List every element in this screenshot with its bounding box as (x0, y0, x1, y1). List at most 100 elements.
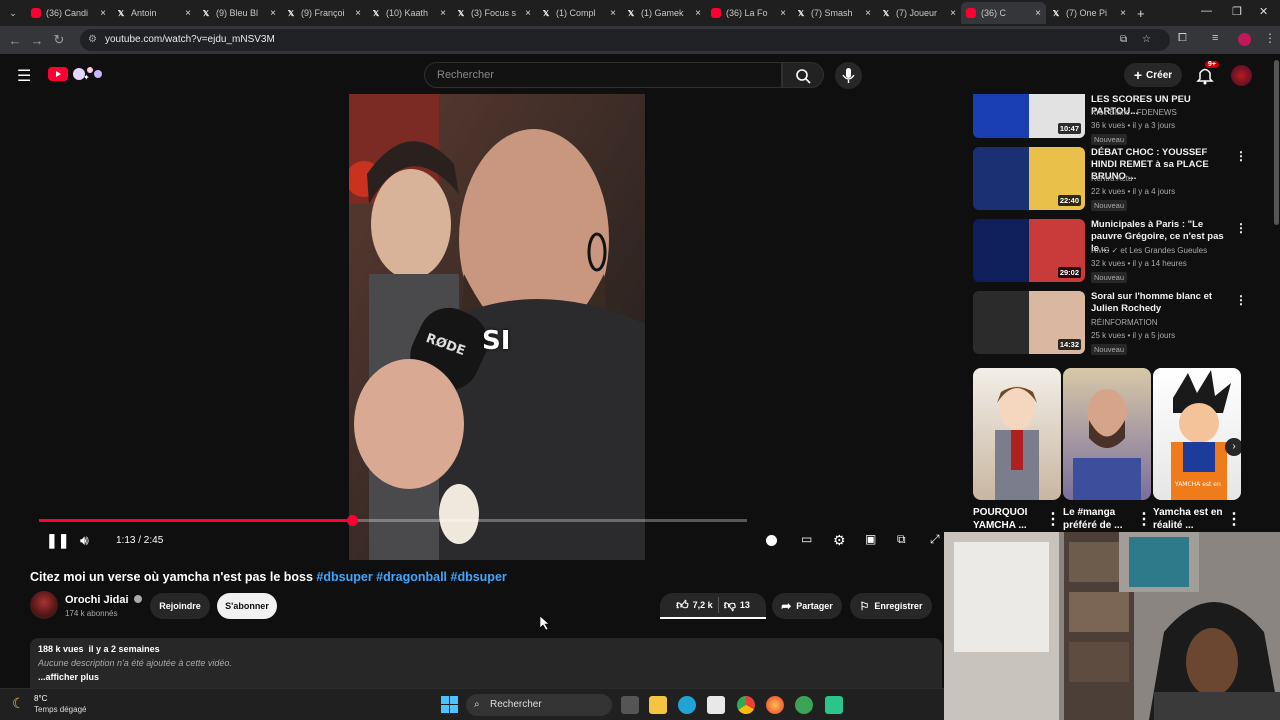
close-tab-icon[interactable]: × (100, 8, 106, 19)
fullscreen-icon[interactable]: ⤢ (930, 532, 940, 547)
search-input[interactable]: Rechercher (424, 62, 782, 88)
hashtag-link[interactable]: #dbsuper (451, 570, 507, 584)
chrome-icon[interactable] (737, 696, 755, 714)
close-tab-icon[interactable]: × (185, 8, 191, 19)
pause-icon[interactable]: ❚❚ (46, 532, 69, 549)
close-tab-icon[interactable]: × (610, 8, 616, 19)
sidebar-channel-name[interactable]: RÉINFORMATION (1091, 318, 1158, 327)
video-thumbnail[interactable]: 29:02 (973, 219, 1085, 282)
forward-icon[interactable]: → (26, 33, 48, 48)
youtube-logo[interactable] (48, 67, 68, 81)
video-thumbnail[interactable]: 22:40 (973, 147, 1085, 210)
browser-tab[interactable]: 𝕏 (3) Focus s × (451, 2, 536, 24)
sidebar-channel-name[interactable]: Kroc Blanc - FDENEWS (1091, 108, 1177, 117)
video-thumbnail[interactable]: 10:47 (973, 94, 1085, 138)
search-button[interactable] (782, 62, 824, 88)
browser-tab[interactable]: (36) C × (961, 2, 1046, 24)
settings-gear-icon[interactable]: ⚙ (833, 532, 846, 549)
new-tab-button[interactable]: + (1137, 6, 1145, 21)
more-actions-icon[interactable]: ⋮ (1235, 293, 1247, 307)
start-button[interactable] (441, 696, 458, 713)
browser-tab[interactable]: 𝕏 (9) Bleu Bl × (196, 2, 281, 24)
browser-tab[interactable]: (36) La Fo × (706, 2, 791, 24)
back-icon[interactable]: ← (4, 33, 26, 48)
browser-menu-icon[interactable]: ⋮ (1264, 31, 1276, 45)
task-view-icon[interactable] (621, 696, 639, 714)
app-icon[interactable] (795, 696, 813, 714)
browser-tab[interactable]: 𝕏 Antoin × (111, 2, 196, 24)
autoplay-toggle-icon[interactable] (766, 535, 777, 546)
page-scrollbar[interactable] (1274, 60, 1279, 225)
subtitles-icon[interactable]: ▭ (801, 532, 812, 546)
progress-bar[interactable] (39, 515, 747, 526)
sidebar-video-item[interactable]: 29:02 Municipales à Paris : "Le pauvre Gr… (973, 219, 1247, 285)
close-tab-icon[interactable]: × (525, 8, 531, 19)
taskbar-search[interactable]: ⌕ Rechercher (466, 694, 612, 716)
share-button[interactable]: ➦ Partager (772, 593, 842, 619)
short-thumbnail[interactable] (1063, 368, 1151, 500)
url-field[interactable]: ⚙ youtube.com/watch?v=ejdu_mNSV3M ⧉ ☆ (80, 29, 1170, 51)
close-window-icon[interactable]: ✕ (1259, 5, 1268, 18)
hamburger-menu-icon[interactable]: ☰ (17, 66, 31, 86)
browser-tab[interactable]: 𝕏 (9) Françoi × (281, 2, 366, 24)
site-info-icon[interactable]: ⚙ (88, 29, 97, 51)
firefox-icon[interactable] (766, 696, 784, 714)
minimize-icon[interactable]: — (1201, 5, 1212, 17)
short-kebab-icon[interactable]: ⋮ (1136, 509, 1152, 529)
maximize-icon[interactable]: ❐ (1232, 5, 1242, 18)
browser-tab[interactable]: (36) Candi × (26, 2, 111, 24)
browser-tab[interactable]: 𝕏 (10) Kaath × (366, 2, 451, 24)
sidebar-channel-name[interactable]: RMC ✓ et Les Grandes Gueules (1091, 246, 1207, 255)
browser-tab[interactable]: 𝕏 (1) Gamek × (621, 2, 706, 24)
account-avatar[interactable] (1231, 65, 1252, 86)
notifications-button[interactable]: 9+ (1196, 61, 1219, 85)
channel-name[interactable]: Orochi Jidai (65, 594, 142, 606)
voice-search-button[interactable] (835, 62, 862, 89)
tab-search-icon[interactable]: ⌄ (0, 8, 26, 19)
app-green-icon[interactable] (825, 696, 843, 714)
cast-icon[interactable]: ⧉ (897, 532, 906, 547)
close-tab-icon[interactable]: × (1120, 8, 1126, 19)
browser-tab[interactable]: 𝕏 (7) Smash × (791, 2, 876, 24)
browser-tab[interactable]: 𝕏 (7) Joueur × (876, 2, 961, 24)
short-kebab-icon[interactable]: ⋮ (1226, 509, 1242, 529)
short-title[interactable]: Yamcha est en réalité ... (1153, 506, 1223, 532)
show-more-link[interactable]: ...afficher plus (38, 672, 934, 682)
save-button[interactable]: ⚐ Enregistrer (850, 593, 932, 619)
close-tab-icon[interactable]: × (950, 8, 956, 19)
subscribe-button[interactable]: S'abonner (217, 593, 277, 619)
close-tab-icon[interactable]: × (355, 8, 361, 19)
browser-tab[interactable]: 𝕏 (7) One Pi × (1046, 2, 1131, 24)
sidebar-video-item[interactable]: 14:32 Soral sur l'homme blanc et Julien R… (973, 291, 1247, 357)
short-thumbnail[interactable]: YAMCHA est en › (1153, 368, 1241, 500)
edge-icon[interactable] (678, 696, 696, 714)
sidebar-video-item[interactable]: 22:40 DÉBAT CHOC : YOUSSEF HINDI REMET à … (973, 147, 1247, 213)
store-icon[interactable] (707, 696, 725, 714)
close-tab-icon[interactable]: × (780, 8, 786, 19)
short-title[interactable]: POURQUOI YAMCHA ... (973, 506, 1043, 532)
close-tab-icon[interactable]: × (440, 8, 446, 19)
dislike-button[interactable]: 👎︎ 13 (724, 598, 750, 613)
more-actions-icon[interactable]: ⋮ (1235, 221, 1247, 235)
volume-icon[interactable]: 🔊︎ (80, 532, 89, 549)
short-thumbnail[interactable] (973, 368, 1061, 500)
channel-avatar[interactable] (30, 591, 58, 619)
video-player[interactable]: RØDE SI (349, 94, 645, 560)
like-button[interactable]: 👍︎ 7,2 k (676, 598, 713, 613)
install-icon[interactable]: ⧉ (1120, 29, 1127, 51)
sidebar-video-title[interactable]: Soral sur l'homme blanc et Julien Roched… (1091, 291, 1227, 315)
more-actions-icon[interactable]: ⋮ (1235, 149, 1247, 163)
close-tab-icon[interactable]: × (865, 8, 871, 19)
close-tab-icon[interactable]: × (695, 8, 701, 19)
short-kebab-icon[interactable]: ⋮ (1045, 509, 1061, 529)
profile-icon[interactable] (1238, 33, 1251, 46)
media-control-icon[interactable]: ≡ (1212, 32, 1218, 44)
hashtag-link[interactable]: #dbsuper (316, 570, 372, 584)
close-tab-icon[interactable]: × (270, 8, 276, 19)
file-explorer-icon[interactable] (649, 696, 667, 714)
hashtag-link[interactable]: #dragonball (376, 570, 447, 584)
create-button[interactable]: + Créer (1124, 63, 1182, 87)
reload-icon[interactable]: ↻ (48, 32, 70, 48)
join-button[interactable]: Rejoindre (150, 593, 210, 619)
extensions-icon[interactable]: ⧠ (1178, 32, 1187, 45)
